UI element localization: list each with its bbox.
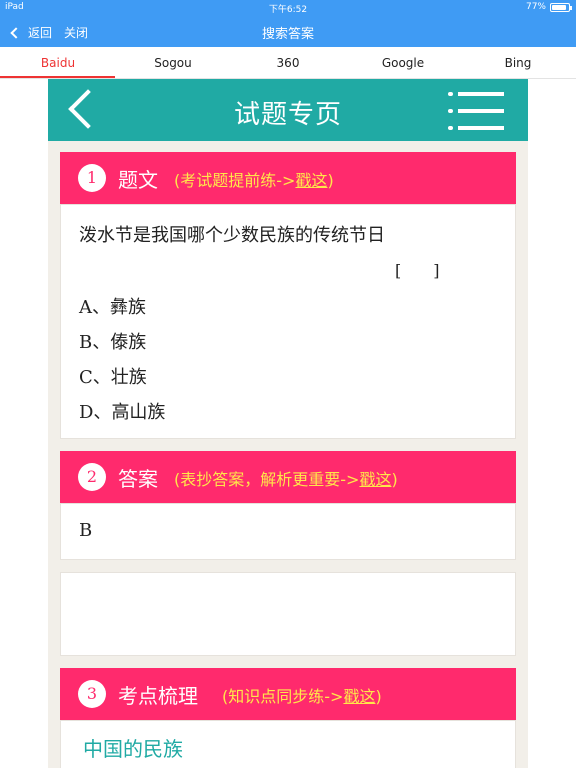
search-engine-tabs: Baidu Sogou 360 Google Bing <box>0 47 576 79</box>
section-title: 题文 <box>118 168 158 192</box>
topics-section-header: 3 考点梳理 (知识点同步练->戳这) <box>60 668 516 720</box>
section-hint: (考试题提前练->戳这) <box>174 171 334 190</box>
empty-card <box>60 572 516 656</box>
tab-360[interactable]: 360 <box>248 56 328 70</box>
status-icons: 77% <box>525 2 572 12</box>
menu-icon[interactable] <box>448 90 504 132</box>
section-title: 答案 <box>118 467 158 491</box>
section-number: 3 <box>78 680 106 708</box>
answer-value: B <box>79 520 93 541</box>
question-text: 泼水节是我国哪个少数民族的传统节日 <box>79 225 385 246</box>
option-d: D、高山族 <box>79 402 166 423</box>
section-hint: (知识点同步练->戳这) <box>222 687 382 706</box>
status-bar: iPad 下午6:52 77% <box>0 0 576 16</box>
section-title: 考点梳理 <box>118 684 198 708</box>
tab-sogou[interactable]: Sogou <box>133 56 213 70</box>
section-hint: (表抄答案，解析更重要->戳这) <box>174 470 398 489</box>
tab-bing[interactable]: Bing <box>478 56 558 70</box>
tab-baidu[interactable]: Baidu <box>18 56 98 70</box>
analysis-link[interactable]: 戳这 <box>359 470 391 489</box>
section-number: 1 <box>78 164 106 192</box>
option-a: A、彝族 <box>79 297 146 318</box>
option-c: C、壮族 <box>79 367 147 388</box>
battery-percent: 77% <box>525 2 546 12</box>
page-header: 试题专页 <box>48 79 528 141</box>
battery-icon <box>550 2 572 12</box>
nav-title: 搜索答案 <box>261 27 314 42</box>
answer-bracket: [ ] <box>395 261 440 280</box>
tab-google[interactable]: Google <box>363 56 443 70</box>
topic-link[interactable]: 中国的民族 <box>83 733 183 762</box>
question-card: 泼水节是我国哪个少数民族的传统节日 [ ] A、彝族 B、傣族 C、壮族 D、高… <box>60 204 516 439</box>
active-tab-indicator <box>0 76 115 78</box>
section-number: 2 <box>78 463 106 491</box>
topics-card: 中国的民族 <box>60 720 516 768</box>
practice-link[interactable]: 戳这 <box>295 171 327 190</box>
navigation-bar: 返回 关闭 搜索答案 <box>0 16 576 47</box>
option-b: B、傣族 <box>79 332 147 353</box>
clock: 下午6:52 <box>268 5 308 15</box>
sync-practice-link[interactable]: 戳这 <box>343 687 375 706</box>
question-section-header: 1 题文 (考试题提前练->戳这) <box>60 152 516 204</box>
web-page[interactable]: 试题专页 1 题文 (考试题提前练->戳这) 泼水节是我国哪个少数民族的传统节日… <box>48 79 528 768</box>
answer-section-header: 2 答案 (表抄答案，解析更重要->戳这) <box>60 451 516 503</box>
answer-card: B <box>60 503 516 560</box>
